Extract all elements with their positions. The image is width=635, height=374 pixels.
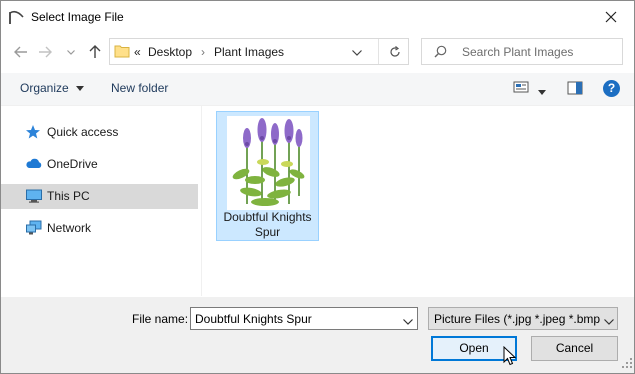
- network-icon: [25, 220, 43, 236]
- sidebar-item-label: OneDrive: [47, 157, 98, 171]
- search-box[interactable]: Search Plant Images: [421, 38, 623, 65]
- up-button[interactable]: [85, 42, 105, 62]
- preview-pane-button[interactable]: [567, 81, 583, 98]
- refresh-button[interactable]: [378, 39, 410, 64]
- address-dropdown-button[interactable]: [352, 45, 362, 59]
- help-button[interactable]: ?: [603, 80, 620, 97]
- back-button[interactable]: [11, 42, 31, 62]
- sidebar-item-label: This PC: [47, 189, 90, 203]
- file-type-value: Picture Files (*.jpg *.jpeg *.bmp: [434, 312, 601, 326]
- breadcrumb-plant-images[interactable]: Plant Images: [214, 45, 284, 59]
- arrow-up-icon: [89, 45, 101, 58]
- recent-locations-button[interactable]: [64, 42, 78, 62]
- breadcrumb-separator-icon: ›: [201, 45, 205, 59]
- file-item[interactable]: Doubtful Knights Spur: [216, 111, 319, 241]
- sidebar-item-label: Network: [47, 221, 92, 235]
- window-title: Select Image File: [31, 10, 124, 24]
- breadcrumb-overflow[interactable]: «: [134, 45, 141, 59]
- caret-down-icon: [538, 90, 546, 95]
- caret-down-icon: [76, 86, 85, 92]
- breadcrumb-desktop[interactable]: Desktop: [148, 45, 192, 59]
- new-folder-button[interactable]: New folder: [111, 81, 168, 95]
- arrow-right-icon: [39, 46, 52, 58]
- sidebar-item-network[interactable]: Network: [1, 216, 198, 241]
- view-icon: [513, 81, 529, 93]
- forward-button[interactable]: [35, 42, 55, 62]
- footer-panel: File name: Doubtful Knights Spur Picture…: [1, 297, 634, 373]
- cloud-icon: [25, 156, 43, 172]
- organize-button[interactable]: Organize: [20, 81, 85, 95]
- file-name-label: File name:: [132, 312, 189, 326]
- sidebar-item-quick-access[interactable]: Quick access: [1, 120, 198, 145]
- view-options-dropdown[interactable]: [538, 84, 546, 98]
- file-name-label: Doubtful Knights Spur: [223, 210, 312, 239]
- file-name-field[interactable]: Doubtful Knights Spur: [190, 307, 418, 330]
- organize-label: Organize: [20, 81, 69, 95]
- file-name-dropdown-button[interactable]: [403, 314, 413, 328]
- file-type-select[interactable]: Picture Files (*.jpg *.jpeg *.bmp: [428, 307, 618, 330]
- arrow-left-icon: [14, 46, 27, 58]
- file-dialog: Select Image File « Desktop › Plant Imag…: [0, 0, 635, 374]
- computer-icon: [25, 188, 43, 204]
- mouse-pointer-icon: [503, 345, 517, 369]
- file-list: Doubtful Knights Spur: [202, 106, 634, 296]
- chevron-down-icon: [67, 49, 75, 55]
- sidebar-item-this-pc[interactable]: This PC: [1, 184, 198, 209]
- file-type-dropdown-button[interactable]: [602, 314, 614, 328]
- search-icon: [434, 45, 447, 61]
- resize-grip-icon[interactable]: [622, 357, 632, 371]
- folder-icon: [114, 44, 130, 61]
- command-toolbar: Organize New folder ?: [1, 73, 634, 106]
- search-input[interactable]: Search Plant Images: [462, 45, 573, 59]
- app-logo-icon: [7, 8, 25, 26]
- address-bar[interactable]: « Desktop › Plant Images: [109, 38, 409, 65]
- change-view-button[interactable]: [513, 80, 529, 97]
- title-bar: Select Image File: [1, 1, 634, 32]
- refresh-icon: [389, 45, 400, 57]
- image-thumbnail: [227, 116, 310, 210]
- navigation-pane: Quick access OneDrive This PC Network: [1, 106, 202, 296]
- close-button[interactable]: [588, 1, 634, 32]
- chevron-down-icon: [352, 50, 362, 56]
- navigation-row: « Desktop › Plant Images Search Plant Im…: [1, 34, 634, 70]
- preview-pane-icon: [567, 81, 583, 95]
- file-name-value: Doubtful Knights Spur: [195, 312, 312, 326]
- close-icon: [605, 11, 617, 22]
- chevron-down-icon: [403, 319, 413, 325]
- sidebar-item-onedrive[interactable]: OneDrive: [1, 152, 198, 177]
- chevron-down-icon: [604, 319, 614, 325]
- cancel-button[interactable]: Cancel: [531, 336, 618, 361]
- sidebar-item-label: Quick access: [47, 125, 119, 139]
- star-icon: [25, 124, 43, 140]
